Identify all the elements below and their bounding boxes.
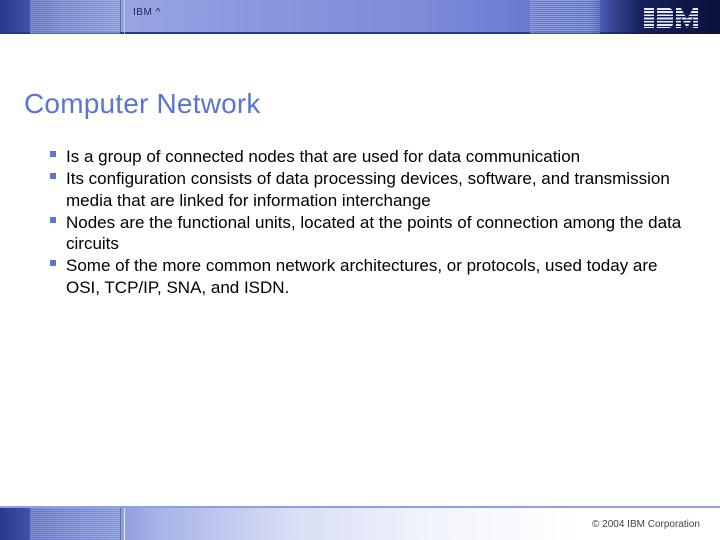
ibm-logo-i	[644, 8, 654, 28]
footer-copyright: © 2004 IBM Corporation	[592, 519, 700, 530]
bullet-item: Its configuration consists of data proce…	[50, 168, 686, 211]
slide-title: Computer Network	[24, 88, 686, 120]
header-label: IBM ^	[133, 7, 161, 18]
ibm-logo-icon	[644, 8, 702, 28]
bullet-list: Is a group of connected nodes that are u…	[24, 146, 686, 298]
slide-body: Computer Network Is a group of connected…	[0, 34, 720, 298]
bullet-item: Some of the more common network architec…	[50, 255, 686, 298]
header-band: IBM ^	[0, 0, 720, 34]
footer-divider	[124, 508, 125, 540]
header-divider	[120, 0, 121, 34]
bullet-item: Nodes are the functional units, located …	[50, 212, 686, 255]
footer-divider	[120, 508, 121, 540]
slide: IBM ^ Computer Network Is a group of con…	[0, 0, 720, 540]
ibm-logo-m	[676, 8, 698, 28]
header-texture-left	[30, 0, 120, 34]
footer-texture-left	[30, 508, 120, 540]
footer-band: © 2004 IBM Corporation	[0, 506, 720, 540]
ibm-logo-b	[657, 8, 673, 28]
bullet-item: Is a group of connected nodes that are u…	[50, 146, 686, 167]
header-divider	[124, 0, 125, 34]
